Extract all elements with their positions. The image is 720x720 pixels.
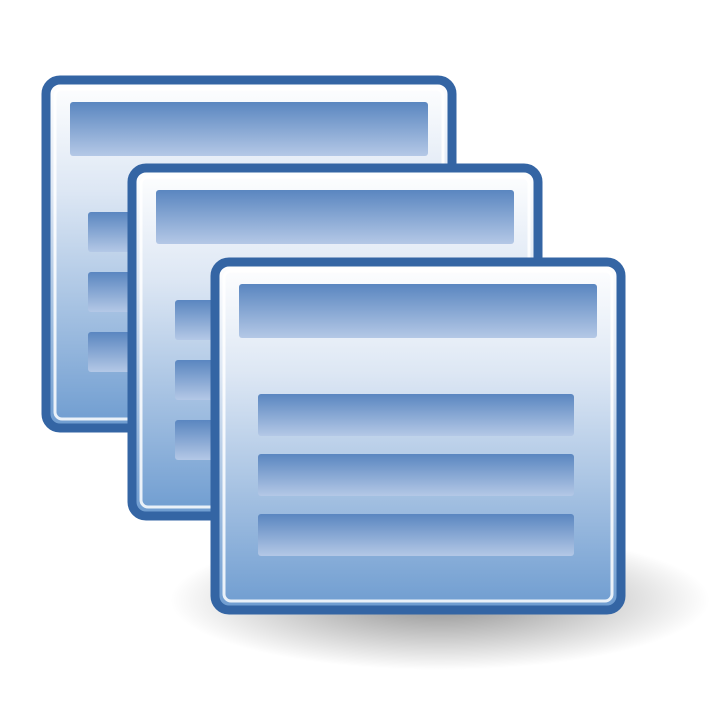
list-row bbox=[258, 514, 574, 556]
title-bar bbox=[156, 190, 514, 244]
window-stack-icon bbox=[0, 0, 720, 720]
title-bar bbox=[239, 284, 597, 338]
window-front bbox=[210, 257, 626, 615]
list-row bbox=[258, 454, 574, 496]
window-stack-graphic bbox=[41, 75, 710, 670]
list-row bbox=[258, 394, 574, 436]
title-bar bbox=[70, 102, 428, 156]
